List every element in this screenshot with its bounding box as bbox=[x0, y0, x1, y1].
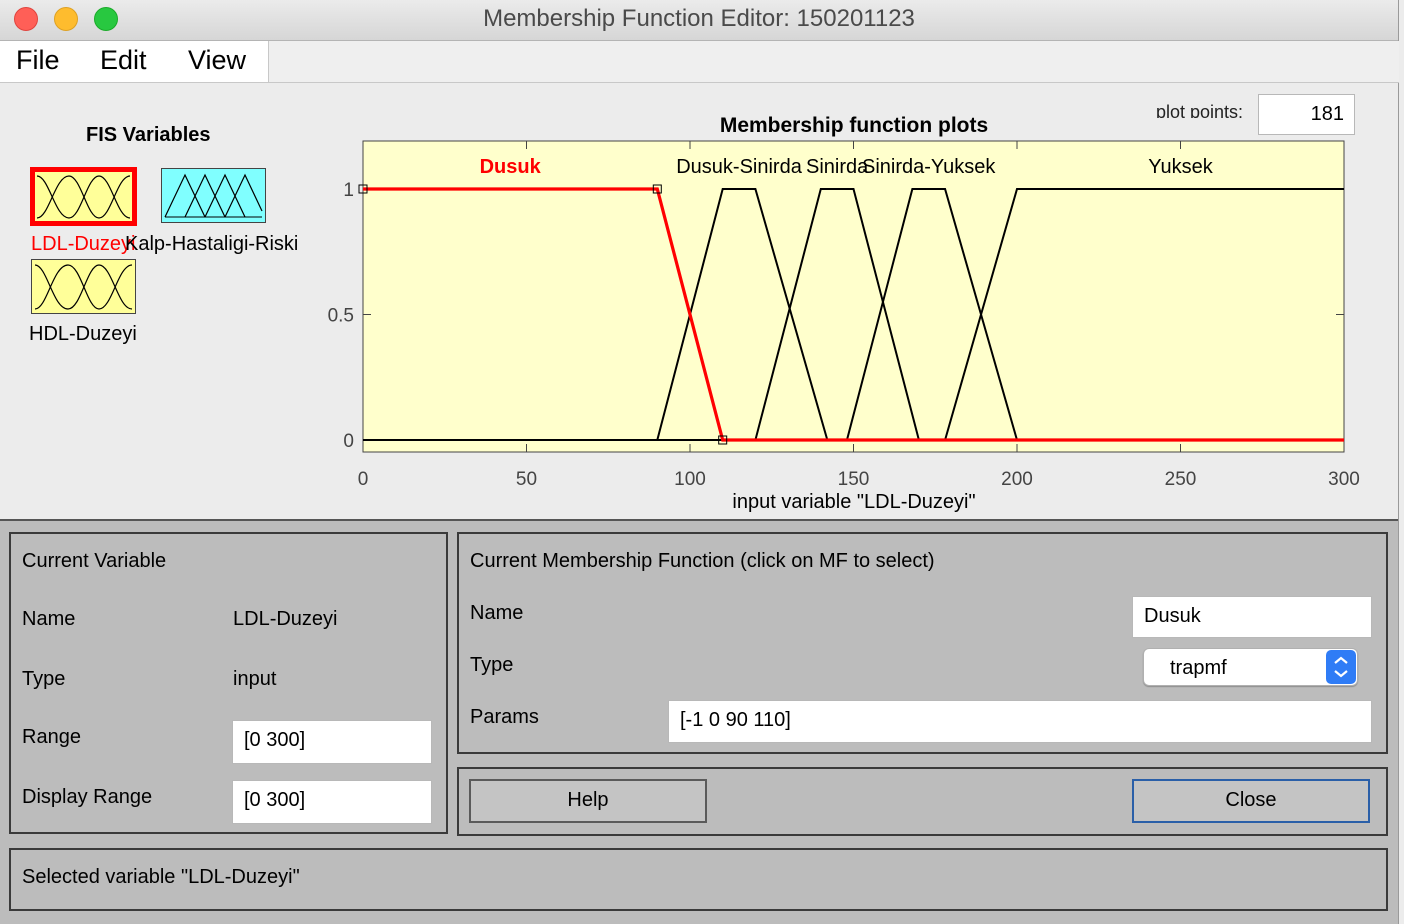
status-message: Selected variable "LDL-Duzeyi" bbox=[22, 866, 300, 888]
menu-view[interactable]: View bbox=[188, 45, 246, 76]
mf-type-label: Type bbox=[470, 654, 514, 676]
x-tick-label: 50 bbox=[516, 469, 537, 490]
variable-type-label: Type bbox=[22, 668, 66, 690]
mf-label-dusuk[interactable]: Dusuk bbox=[480, 156, 542, 178]
mf-params-input[interactable]: [-1 0 90 110] bbox=[668, 700, 1372, 743]
mf-type-value: trapmf bbox=[1170, 657, 1227, 679]
title-bar: Membership Function Editor: 150201123 bbox=[0, 0, 1398, 41]
display-range-label: Display Range bbox=[22, 786, 153, 808]
y-tick-label: 0.5 bbox=[328, 306, 354, 327]
menu-bar-filler bbox=[268, 41, 1399, 83]
x-tick-label: 200 bbox=[1001, 469, 1033, 490]
current-mf-heading: Current Membership Function (click on MF… bbox=[470, 550, 935, 572]
mf-name-input[interactable]: Dusuk bbox=[1132, 596, 1372, 638]
fis-variables-heading: FIS Variables bbox=[86, 124, 211, 146]
range-label: Range bbox=[22, 726, 81, 748]
current-variable-heading: Current Variable bbox=[22, 550, 167, 572]
x-tick-label: 100 bbox=[674, 469, 706, 490]
background-window-edge bbox=[1398, 0, 1404, 924]
variable-name-value: LDL-Duzeyi bbox=[233, 608, 338, 630]
fis-variable-label-ldl[interactable]: LDL-Duzeyi bbox=[31, 233, 135, 256]
x-tick-label: 0 bbox=[358, 469, 369, 490]
section-divider bbox=[0, 519, 1398, 521]
mf-label-sinirda-yuksek[interactable]: Sinirda-Yuksek bbox=[862, 156, 996, 178]
fis-variable-ldl-duzeyi[interactable] bbox=[30, 167, 137, 226]
fis-variable-kalp-hastaligi-riski[interactable] bbox=[161, 168, 266, 223]
mf-label-yuksek[interactable]: Yuksek bbox=[1148, 156, 1213, 178]
mf-params-label: Params bbox=[470, 706, 539, 728]
mf-curves-icon bbox=[36, 175, 131, 219]
mf-name-label: Name bbox=[470, 602, 524, 624]
mf-curves-icon bbox=[34, 264, 133, 310]
close-button[interactable]: Close bbox=[1132, 779, 1370, 823]
window-title: Membership Function Editor: 150201123 bbox=[483, 5, 915, 32]
menu-file[interactable]: File bbox=[16, 45, 60, 76]
x-tick-label: 150 bbox=[838, 469, 870, 490]
y-tick-label: 0 bbox=[343, 431, 354, 452]
mf-label-dusuk-sinirda[interactable]: Dusuk-Sinirda bbox=[676, 156, 802, 178]
help-button[interactable]: Help bbox=[469, 779, 707, 823]
chart-title: Membership function plots bbox=[720, 114, 988, 137]
x-axis-label: input variable "LDL-Duzeyi" bbox=[732, 491, 975, 513]
menu-edit[interactable]: Edit bbox=[100, 45, 147, 76]
x-tick-label: 300 bbox=[1328, 469, 1360, 490]
mf-type-select[interactable]: trapmf bbox=[1143, 648, 1358, 686]
select-chevron-icon bbox=[1326, 650, 1356, 684]
triangle-mf-icon bbox=[164, 173, 263, 218]
mf-label-sinirda[interactable]: Sinirda bbox=[806, 156, 869, 178]
membership-function-plot[interactable]: Membership function plots 0 50 100 150 200 25… bbox=[300, 105, 1380, 520]
fis-variable-hdl-duzeyi[interactable] bbox=[31, 259, 136, 314]
fis-variable-label-kalp[interactable]: Kalp-Hastaligi-Riski bbox=[125, 233, 298, 256]
variable-name-label: Name bbox=[22, 608, 76, 630]
x-tick-label: 250 bbox=[1165, 469, 1197, 490]
range-input[interactable]: [0 300] bbox=[232, 720, 432, 764]
variable-type-value: input bbox=[233, 668, 277, 690]
y-tick-label: 1 bbox=[343, 180, 354, 201]
display-range-input[interactable]: [0 300] bbox=[232, 780, 432, 824]
fis-variable-label-hdl[interactable]: HDL-Duzeyi bbox=[29, 323, 137, 346]
